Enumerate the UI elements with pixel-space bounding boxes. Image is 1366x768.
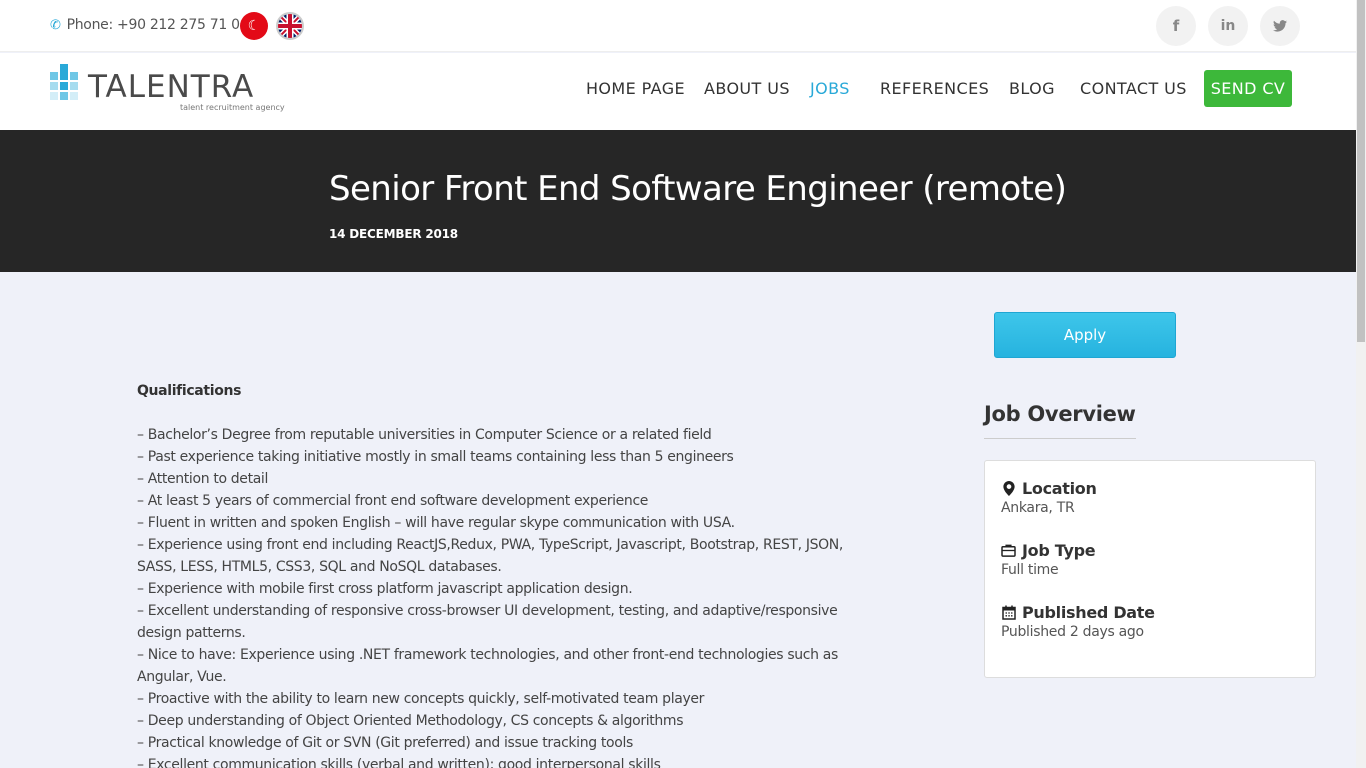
calendar-icon	[1001, 605, 1016, 620]
nav-jobs[interactable]: JOBS	[810, 79, 850, 98]
job-header: Senior Front End Software Engineer (remo…	[0, 130, 1356, 272]
location-item: Location Ankara, TR	[1001, 479, 1097, 516]
apply-button[interactable]: Apply	[994, 312, 1176, 358]
job-type-item: Job Type Full time	[1001, 541, 1096, 578]
qualification-item: – Past experience taking initiative most…	[137, 449, 734, 465]
linkedin-icon[interactable]: in	[1208, 6, 1248, 46]
job-date: 14 DECEMBER 2018	[329, 227, 458, 241]
uk-flag-icon[interactable]	[276, 12, 304, 40]
qualification-item: – Attention to detail	[137, 471, 269, 487]
phone-icon: ✆	[50, 17, 61, 33]
briefcase-icon	[1001, 543, 1016, 558]
scrollbar-thumb[interactable]	[1357, 0, 1365, 342]
logo-text: TALENTRA	[88, 69, 255, 105]
phone-text: Phone: +90 212 275 71 06	[66, 17, 249, 33]
qualification-item: – Fluent in written and spoken English –…	[137, 515, 735, 531]
qualification-item: – Deep understanding of Object Oriented …	[137, 713, 684, 729]
job-type-label: Job Type	[1022, 541, 1096, 560]
qualification-item: – At least 5 years of commercial front e…	[137, 493, 649, 509]
job-description: Qualifications – Bachelor’s Degree from …	[137, 380, 857, 768]
published-date-value: Published 2 days ago	[1001, 624, 1144, 640]
published-date-item: Published Date Published 2 days ago	[1001, 603, 1155, 640]
job-type-value: Full time	[1001, 562, 1059, 578]
qualification-item: – Experience with mobile first cross pla…	[137, 581, 633, 597]
logo-mark-icon	[50, 64, 78, 100]
twitter-icon[interactable]	[1260, 6, 1300, 46]
facebook-icon[interactable]: f	[1156, 6, 1196, 46]
qualification-item: – Experience using front end including R…	[137, 537, 844, 575]
nav-references[interactable]: REFERENCES	[880, 79, 989, 98]
qualification-item: – Bachelor’s Degree from reputable unive…	[137, 427, 712, 443]
location-label: Location	[1022, 479, 1097, 498]
top-bar: ✆ Phone: +90 212 275 71 06 ☾ f in	[0, 0, 1356, 52]
map-pin-icon	[1001, 481, 1016, 496]
qualification-item: – Excellent understanding of responsive …	[137, 603, 838, 641]
main-nav: TALENTRA talent recruitment agency HOME …	[0, 53, 1356, 130]
phone-info: ✆ Phone: +90 212 275 71 06	[50, 17, 249, 33]
nav-home-page[interactable]: HOME PAGE	[586, 79, 685, 98]
qualification-item: – Proactive with the ability to learn ne…	[137, 691, 705, 707]
turkish-flag-icon[interactable]: ☾	[240, 12, 268, 40]
qualification-item: – Practical knowledge of Git or SVN (Git…	[137, 735, 633, 751]
nav-contact-us[interactable]: CONTACT US	[1080, 79, 1187, 98]
job-title: Senior Front End Software Engineer (remo…	[329, 169, 1067, 209]
job-overview-title: Job Overview	[984, 402, 1136, 439]
qualification-item: – Excellent communication skills (verbal…	[137, 757, 661, 768]
location-value: Ankara, TR	[1001, 500, 1075, 516]
talentra-logo[interactable]: TALENTRA talent recruitment agency	[50, 64, 285, 112]
qualification-item: – Nice to have: Experience using .NET fr…	[137, 647, 838, 685]
published-date-label: Published Date	[1022, 603, 1155, 622]
job-overview-card: Location Ankara, TR Job Type Full time P…	[984, 460, 1316, 678]
nav-blog[interactable]: BLOG	[1009, 79, 1055, 98]
send-cv-button[interactable]: SEND CV	[1204, 70, 1292, 107]
qualifications-heading: Qualifications	[137, 383, 242, 399]
logo-tagline: talent recruitment agency	[180, 103, 285, 112]
nav-about-us[interactable]: ABOUT US	[704, 79, 790, 98]
page-scrollbar[interactable]	[1356, 0, 1366, 768]
